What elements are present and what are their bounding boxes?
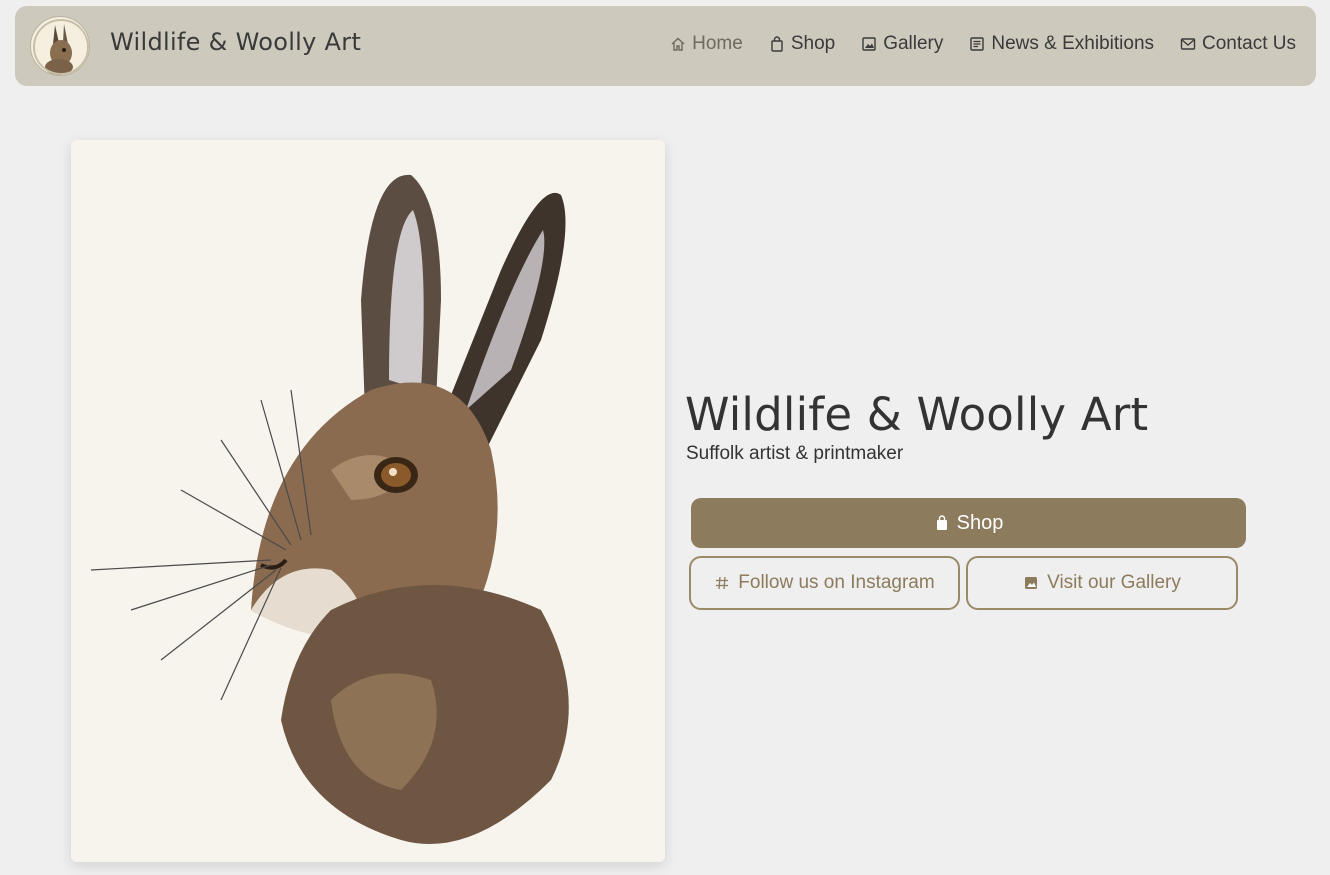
shopping-bag-icon	[771, 36, 783, 52]
hero-title: Wildlife & Woolly Art	[685, 388, 1149, 441]
navbar: Wildlife & Woolly Art Home Shop Gallery …	[15, 6, 1316, 86]
hare-logo-icon	[32, 18, 89, 75]
nav-gallery[interactable]: Gallery	[861, 33, 943, 55]
home-icon	[671, 37, 685, 51]
gallery-button-label: Visit our Gallery	[1047, 572, 1181, 593]
logo[interactable]	[30, 16, 90, 76]
hero-subtitle: Suffolk artist & printmaker	[686, 443, 904, 464]
image-icon	[862, 37, 876, 51]
nav-news-label: News & Exhibitions	[991, 33, 1155, 54]
hashtag-icon	[716, 576, 729, 590]
shop-button[interactable]: Shop	[691, 498, 1246, 548]
hare-illustration	[71, 140, 665, 862]
instagram-button-label: Follow us on Instagram	[738, 572, 935, 593]
gallery-button[interactable]: Visit our Gallery	[966, 556, 1238, 610]
shopping-bag-icon	[936, 515, 947, 530]
nav-gallery-label: Gallery	[883, 33, 944, 54]
hero-hare-painting	[71, 140, 665, 862]
newspaper-icon	[970, 37, 985, 51]
nav-shop[interactable]: Shop	[769, 33, 835, 55]
shop-button-label: Shop	[956, 511, 1004, 534]
nav-home-label: Home	[692, 33, 743, 54]
brand-name[interactable]: Wildlife & Woolly Art	[110, 28, 361, 56]
instagram-button[interactable]: Follow us on Instagram	[689, 556, 960, 610]
nav-news[interactable]: News & Exhibitions	[969, 33, 1154, 55]
main-nav: Home Shop Gallery News & Exhibitions Con…	[670, 33, 1296, 55]
nav-contact[interactable]: Contact Us	[1180, 33, 1296, 55]
nav-contact-label: Contact Us	[1202, 33, 1296, 54]
image-icon	[1025, 577, 1038, 589]
nav-home[interactable]: Home	[670, 33, 743, 55]
nav-shop-label: Shop	[790, 33, 836, 54]
mail-icon	[1180, 38, 1196, 50]
